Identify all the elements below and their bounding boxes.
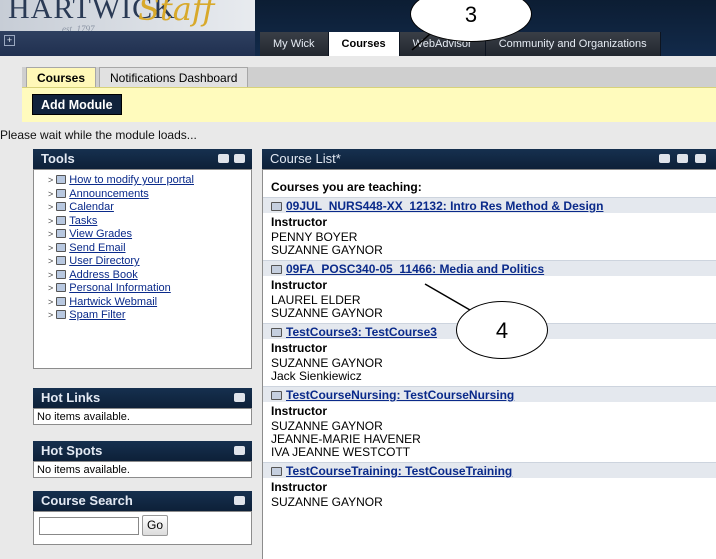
callout-3-pointer xyxy=(411,33,431,51)
callout-4: 4 xyxy=(456,301,548,359)
annotation-overlay xyxy=(411,33,471,311)
callout-4-pointer xyxy=(424,283,471,311)
